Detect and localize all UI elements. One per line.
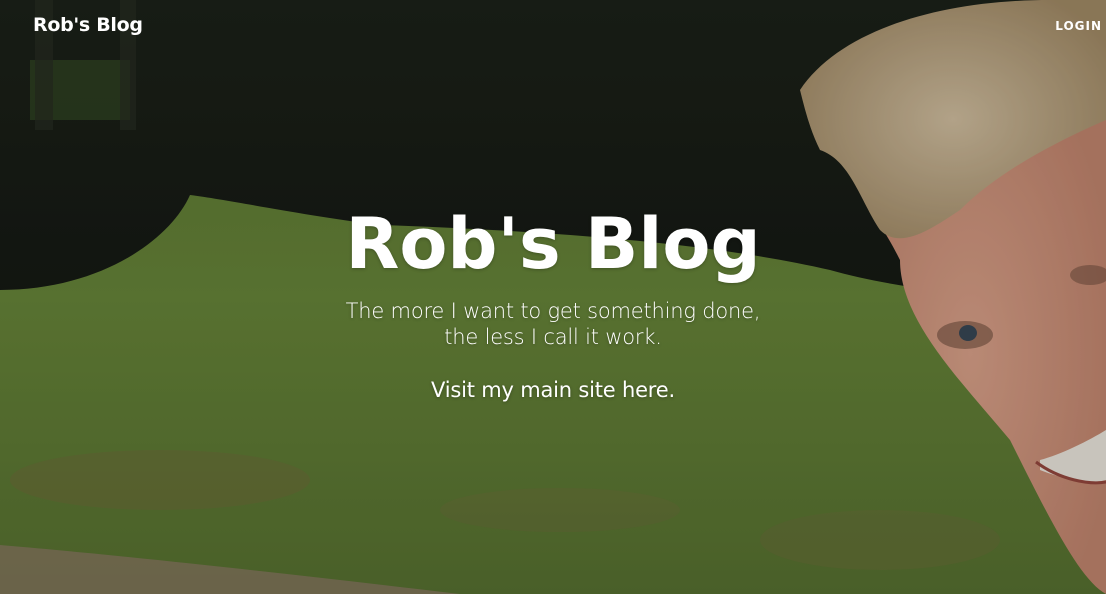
site-subtitle: The more I want to get something done, t… — [0, 298, 1106, 350]
login-link[interactable]: LOGIN — [1055, 19, 1102, 33]
brand-link[interactable]: Rob's Blog — [33, 14, 143, 36]
hero-section: Rob's Blog LOGIN Rob's Blog The more I w… — [0, 0, 1106, 594]
subtitle-line-2: the less I call it work. — [444, 325, 662, 349]
subtitle-line-1: The more I want to get something done, — [345, 299, 761, 323]
visit-prefix-text: Visit my main site — [431, 378, 616, 402]
main-site-link[interactable]: here. — [622, 378, 675, 402]
site-heading: Rob's Blog The more I want to get someth… — [0, 200, 1106, 403]
top-navbar: Rob's Blog LOGIN — [0, 0, 1106, 54]
visit-main-site: Visit my main site here. — [0, 377, 1106, 403]
page-title: Rob's Blog — [345, 203, 761, 285]
